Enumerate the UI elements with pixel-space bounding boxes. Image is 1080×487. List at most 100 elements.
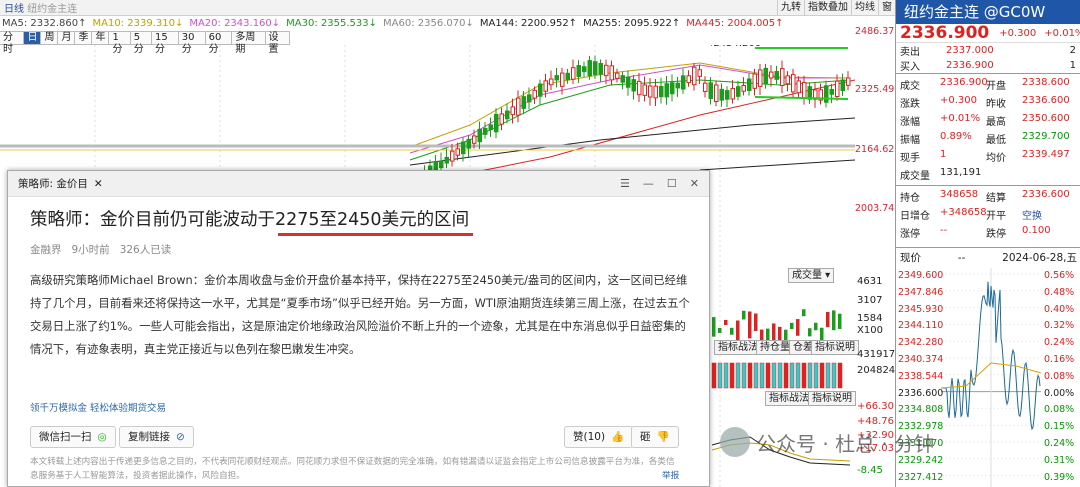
ma-line-2 xyxy=(699,159,855,171)
grid-cell-5-3 xyxy=(1022,167,1080,182)
watermark: 公众号 · 杜总 · 分钟 xyxy=(720,427,934,457)
oi-bar xyxy=(813,362,819,389)
oi-bar xyxy=(783,362,789,389)
oi-bar xyxy=(819,362,825,389)
period-tab-11[interactable]: 多周期 xyxy=(232,31,266,55)
minimize-icon[interactable]: — xyxy=(643,177,654,190)
candle-body xyxy=(521,96,526,109)
like-button[interactable]: 赞(10) 👍 xyxy=(564,426,634,448)
candle-body xyxy=(747,78,752,92)
grid-cell-0-2: 开盘 xyxy=(986,81,1006,92)
grid-cell-2-0: 涨幅 xyxy=(900,117,920,128)
period-tab-9[interactable]: 30分 xyxy=(178,31,206,55)
ma-line-1 xyxy=(409,117,855,166)
candle-body xyxy=(758,69,763,87)
vol-bar xyxy=(808,328,812,337)
minute-header: 现价 -- 2024-06-28,五 xyxy=(896,247,1080,267)
period-tab-12[interactable]: 设置 xyxy=(265,31,290,55)
ind-strategy-button-2[interactable]: 指标战法 xyxy=(765,391,813,406)
period-tab-1[interactable]: 日 xyxy=(24,31,42,45)
candle-body xyxy=(609,65,614,81)
candle-body xyxy=(444,156,449,164)
period-tab-3[interactable]: 月 xyxy=(58,31,76,45)
period-tab-8[interactable]: 15分 xyxy=(151,31,179,55)
tool-jiuzhuan[interactable]: 九转 xyxy=(777,0,804,16)
period-tab-5[interactable]: 年 xyxy=(92,31,110,45)
period-tab-6[interactable]: 1分 xyxy=(109,31,131,55)
vol-select[interactable]: 成交量 ▾ xyxy=(788,268,835,283)
minute-left-3: 2344.110 xyxy=(898,320,944,332)
brick-button[interactable]: 砸 👎 xyxy=(631,426,679,448)
axis-label-3: 2164.622 xyxy=(855,144,901,155)
period-tab-7[interactable]: 5分 xyxy=(130,31,152,55)
candle-body xyxy=(554,75,559,81)
ma-label-1: MA10: 2339.310↓ xyxy=(92,18,184,29)
menu-icon[interactable]: ☰ xyxy=(620,177,630,190)
candle-body xyxy=(637,80,642,96)
vol-axis-4: X100 xyxy=(857,325,883,336)
thumb-up-icon: 👍 xyxy=(611,431,625,443)
ind-strategy-button[interactable]: 指标战法 xyxy=(714,340,762,355)
period-tab-10[interactable]: 60分 xyxy=(205,31,233,55)
grid-cell-3-1: 0.89% xyxy=(940,131,972,142)
maximize-icon[interactable]: ☐ xyxy=(667,177,677,190)
candle-body xyxy=(697,69,702,77)
period-tab-0[interactable]: 分时 xyxy=(0,31,25,55)
link-icon: ⊘ xyxy=(176,431,185,443)
headline-underline-annotation xyxy=(278,233,473,236)
candle-body xyxy=(703,82,708,92)
popup-tab[interactable]: 策略师: 金价目 xyxy=(18,176,88,191)
grid2-cell-1-2: 开平 xyxy=(986,211,1006,222)
tool-ma[interactable]: 均线 xyxy=(851,0,878,16)
candle-body xyxy=(741,84,746,92)
tool-index-overlay[interactable]: 指数叠加 xyxy=(804,0,851,16)
close-icon[interactable]: ✕ xyxy=(690,177,699,190)
vol-bar xyxy=(838,313,842,329)
period-tab-2[interactable]: 周 xyxy=(41,31,59,45)
news-time: 9小时前 xyxy=(71,244,110,256)
news-popup: 策略师: 金价目 ✕ ☰ — ☐ ✕ 策略师：金价目前仍可能波动于2275至24… xyxy=(7,170,710,487)
quote-grid: 成交 2336.900 开盘 2338.600 涨跌 +0.300 昨收 2336.600 涨幅… xyxy=(896,77,1080,182)
candle-body xyxy=(774,70,779,80)
grid-cell-4-2: 均价 xyxy=(986,153,1006,164)
candle-body xyxy=(829,89,834,95)
vol-bar xyxy=(712,317,716,337)
grid-cell-4-1: 1 xyxy=(940,149,947,160)
period-tab-4[interactable]: 季 xyxy=(75,31,93,45)
candle-body xyxy=(692,66,697,86)
news-source: 金融界 xyxy=(30,244,62,256)
oi-bar xyxy=(807,362,813,389)
grid2-cell-1-3: 空换 xyxy=(1022,211,1042,222)
vol-bar xyxy=(742,310,746,320)
minute-right-12: 0.39% xyxy=(1044,471,1075,483)
ma-label-2: MA20: 2343.160↓ xyxy=(189,18,281,29)
minute-right-5: 0.16% xyxy=(1044,354,1075,365)
grid-cell-5-0: 成交量 xyxy=(900,171,930,182)
candle-body xyxy=(835,80,840,98)
tool-window[interactable]: 窗 xyxy=(878,0,895,16)
copy-link-button[interactable]: 复制链接 ⊘ xyxy=(119,426,194,448)
news-reads: 326人已读 xyxy=(119,244,172,256)
vol-axis-2: 3107 xyxy=(857,295,883,306)
minute-right-8: 0.08% xyxy=(1044,404,1075,416)
grid-cell-1-1: +0.300 xyxy=(940,95,978,106)
wechat-share-button[interactable]: 微信扫一扫 ◎ xyxy=(30,426,116,448)
candle-body xyxy=(664,83,669,98)
oi-bar xyxy=(831,362,837,389)
vol-bar xyxy=(802,309,806,317)
candle-body xyxy=(494,113,499,133)
vol-bar xyxy=(718,327,722,333)
candle-body xyxy=(796,80,801,94)
oi-bar xyxy=(825,362,831,389)
grid2-cell-1-1: +348658 xyxy=(940,207,987,218)
report-link[interactable]: 举报 xyxy=(662,469,679,483)
ind-help-button[interactable]: 指标说明 xyxy=(811,340,859,355)
grid2-cell-2-2: 跌停 xyxy=(986,229,1006,240)
candle-body xyxy=(450,150,455,162)
ind-help-button-2[interactable]: 指标说明 xyxy=(808,391,856,406)
promo-link[interactable]: 领千万模拟金 轻松体验期货交易 xyxy=(30,400,166,414)
popup-content: 策略师：金价目前仍可能波动于2275至2450美元的区间 金融界 9小时前 32… xyxy=(8,198,705,486)
ma-legend: MA5: 2332.860↑ MA10: 2339.310↓ MA20: 2343.… xyxy=(0,16,895,31)
popup-tab-close-icon[interactable]: ✕ xyxy=(94,178,103,190)
candle-body xyxy=(472,135,477,144)
